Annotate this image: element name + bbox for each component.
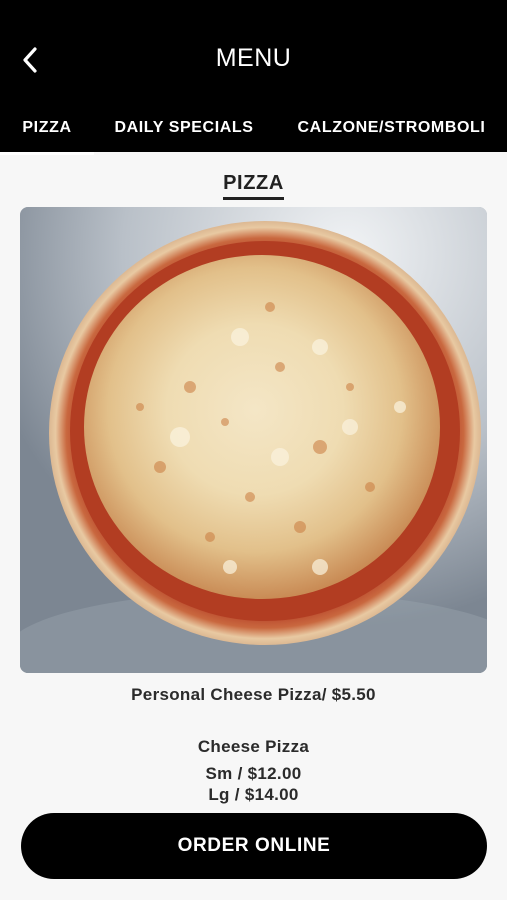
pizza-photo [20,207,487,673]
menu-item-cheese-name: Cheese Pizza [197,737,310,756]
tab-pizza[interactable]: PIZZA [0,104,94,155]
page-title: MENU [215,44,292,72]
menu-item-personal-cheese: Personal Cheese Pizza/ $5.50 [131,685,376,704]
category-tabs: PIZZA DAILY SPECIALS CALZONE/STROMBOLI [0,104,507,155]
cheese-pizza-image [20,207,487,673]
tab-daily-specials[interactable]: DAILY SPECIALS [104,104,264,152]
section-title: PIZZA [223,172,284,200]
top-app-bar: MENU PIZZA DAILY SPECIALS CALZONE/STROMB… [0,0,507,155]
menu-item-cheese-large-price: Lg / $14.00 [208,785,299,804]
order-online-button[interactable]: ORDER ONLINE [21,813,487,879]
menu-item-cheese-small-price: Sm / $12.00 [205,764,302,783]
tab-calzone-stromboli[interactable]: CALZONE/STROMBOLI [288,104,495,152]
section-heading: PIZZA [0,172,507,200]
